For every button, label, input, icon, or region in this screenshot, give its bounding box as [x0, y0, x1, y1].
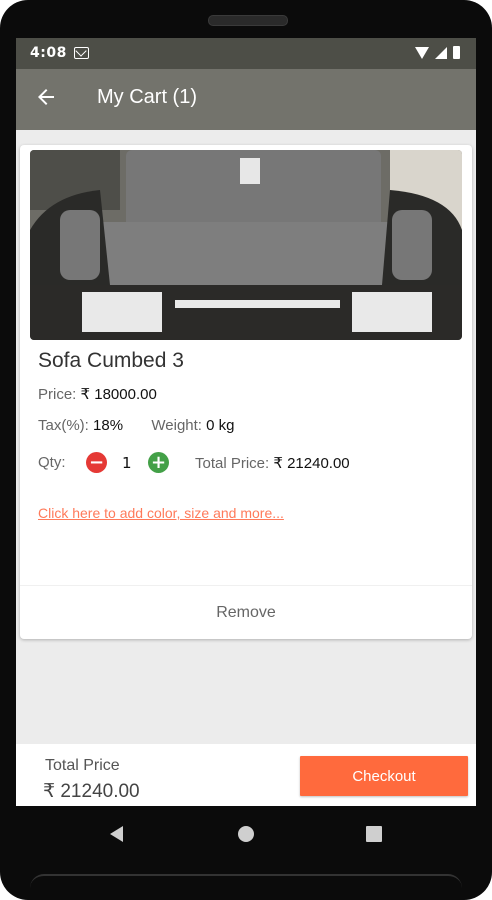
add-options-link[interactable]: Click here to add color, size and more..… [38, 505, 284, 521]
qty-label: Qty: [38, 454, 66, 471]
status-bar: 4:08 [16, 38, 476, 69]
remove-button[interactable]: Remove [20, 586, 472, 639]
item-total-row: Total Price: ₹ 21240.00 [195, 454, 350, 472]
product-name: Sofa Cumbed 3 [38, 349, 184, 372]
item-total-label: Total Price: [195, 455, 270, 472]
price-label: Price: [38, 386, 77, 403]
tax-value: 18% [93, 417, 124, 434]
back-arrow-icon[interactable] [34, 85, 58, 109]
status-time: 4:08 [30, 45, 67, 61]
signal-icon [435, 46, 447, 59]
cart-item-card: Sofa Cumbed 3 Price: ₹ 18000.00 Tax(%): … [20, 145, 472, 639]
status-icons [415, 46, 460, 59]
item-total-value: ₹ 21240.00 [273, 455, 350, 472]
wifi-icon [415, 46, 429, 59]
product-image[interactable] [30, 150, 462, 340]
qty-value: 1 [122, 454, 132, 472]
price-row: Price: ₹ 18000.00 [38, 385, 157, 403]
checkout-button[interactable]: Checkout [300, 756, 468, 796]
nav-back-icon[interactable] [110, 826, 123, 842]
speaker-grille [208, 15, 288, 26]
weight-value: 0 kg [206, 417, 235, 434]
battery-icon [453, 46, 460, 59]
decrease-qty-button[interactable]: − [86, 452, 107, 473]
mail-icon [74, 47, 89, 59]
tax-label: Tax(%): [38, 417, 89, 434]
phone-chin [30, 874, 462, 900]
screen: 4:08 My Cart (1) Sofa Cumbed 3 Price: ₹ … [16, 38, 476, 806]
increase-qty-button[interactable]: + [148, 452, 169, 473]
checkout-bar: Total Price ₹ 21240.00 Checkout [16, 744, 476, 806]
cart-total-value: ₹ 21240.00 [43, 781, 140, 802]
cart-total-label: Total Price [45, 757, 120, 774]
nav-recents-icon[interactable] [366, 826, 382, 842]
weight-label: Weight: [151, 417, 202, 434]
app-bar: My Cart (1) [16, 69, 476, 130]
system-nav-bar [0, 806, 492, 866]
price-value: ₹ 18000.00 [80, 386, 157, 403]
phone-frame: 4:08 My Cart (1) Sofa Cumbed 3 Price: ₹ … [0, 0, 492, 900]
nav-home-icon[interactable] [238, 826, 254, 842]
tax-weight-row: Tax(%): 18% Weight: 0 kg [38, 417, 235, 434]
page-title: My Cart (1) [97, 86, 197, 108]
